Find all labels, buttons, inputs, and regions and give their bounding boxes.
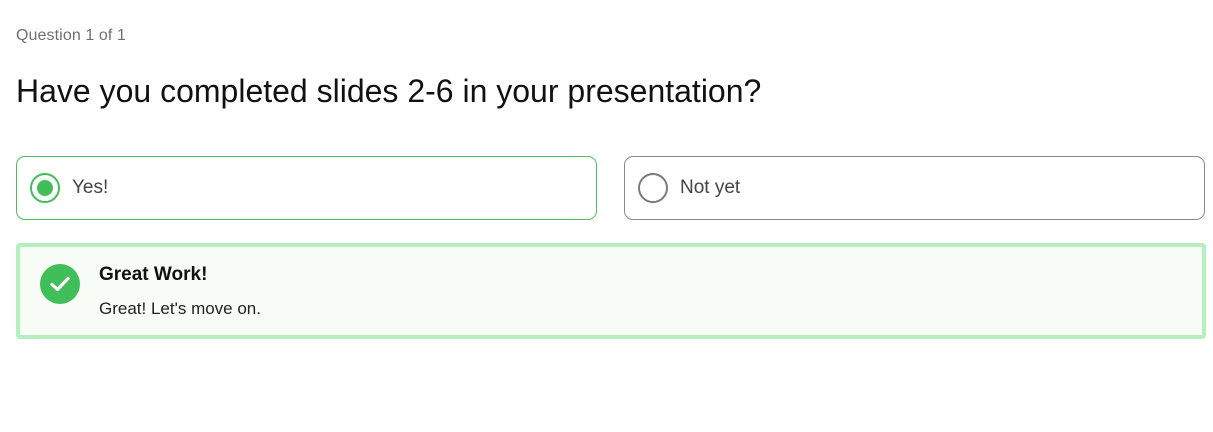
radio-button[interactable] <box>638 173 668 203</box>
feedback-panel: Great Work! Great! Let's move on. <box>16 243 1206 339</box>
question-counter: Question 1 of 1 <box>16 27 127 44</box>
radio-dot <box>37 180 53 196</box>
answer-option-label: Not yet <box>680 177 741 198</box>
quiz-container: Question 1 of 1 Have you completed slide… <box>0 0 1213 432</box>
feedback-title: Great Work! <box>99 264 208 285</box>
answer-option-yes[interactable]: Yes! <box>16 156 597 220</box>
answer-option-not-yet[interactable]: Not yet <box>624 156 1205 220</box>
check-circle-icon <box>40 264 80 304</box>
answer-option-label: Yes! <box>72 177 109 198</box>
radio-button-selected[interactable] <box>30 173 60 203</box>
question-text: Have you completed slides 2-6 in your pr… <box>16 73 762 109</box>
feedback-message: Great! Let's move on. <box>99 299 261 318</box>
